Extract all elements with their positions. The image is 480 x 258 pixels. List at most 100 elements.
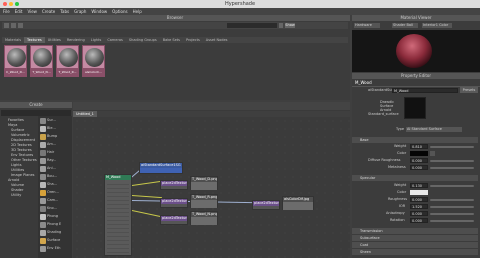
file-node[interactable]: alsColorDif.jpg [282,196,314,210]
file-node[interactable]: T_Wood_R.png [190,194,218,208]
renderer-dropdown[interactable]: Hardware [354,23,380,28]
menu-edit[interactable]: Edit [15,9,23,14]
tab-lights[interactable]: Lights [88,37,105,43]
menu-window[interactable]: Window [91,9,107,14]
section-transmission[interactable]: Transmission [352,228,478,234]
shape-dropdown[interactable]: Shader Ball [392,23,418,28]
search-clear-icon[interactable] [279,23,283,28]
node-type-icon [40,198,46,204]
presets-button[interactable]: Presets [460,87,478,93]
tab-cameras[interactable]: Cameras [104,37,126,43]
spec-roughness-slider[interactable] [430,199,474,201]
toolbar-icon[interactable] [18,23,23,28]
rotation-slider[interactable] [430,220,474,222]
base-color-swatch[interactable] [410,151,428,156]
node-type-item[interactable]: Am... [47,142,56,146]
node-type-icon [40,230,46,236]
anisotropy-label: Anisotropy [386,211,405,215]
node-type-item[interactable]: Oren... [47,190,59,194]
section-coat[interactable]: Coat [352,242,478,248]
section-subsurface[interactable]: Subsurface [352,235,478,241]
show-button[interactable]: Show [285,23,295,28]
node-type-icon [40,214,46,220]
node-type-item[interactable]: Phong E [47,222,61,226]
category-item[interactable]: Utility [11,193,21,198]
node-type-item[interactable]: Hair [47,150,54,154]
node-type-item[interactable]: Ray... [47,158,56,162]
tab-asset-nodes[interactable]: Asset Nodes [203,37,231,43]
map-button-icon[interactable] [430,151,435,156]
toolbar-icon[interactable] [4,23,9,28]
place2d-node[interactable]: place2dTexture4 [252,200,280,210]
node-name: M_Wood [355,80,372,85]
node-type-item[interactable]: Ble... [47,126,56,130]
node-type-item[interactable]: Env Eth [47,246,60,250]
section-specular[interactable]: Specular [352,175,478,181]
node-type-item[interactable]: Shading [47,230,61,234]
texture-thumb[interactable]: T_Wood_R... [56,45,79,77]
tab-textures[interactable]: Textures [24,37,45,43]
base-weight-field[interactable]: 0.810 [410,144,428,149]
material-node[interactable]: M_Wood [104,174,132,256]
anisotropy-slider[interactable] [430,213,474,215]
node-type-item[interactable]: Phong [47,214,58,218]
ior-field[interactable]: 1.520 [410,204,428,209]
menu-help[interactable]: Help [133,9,142,14]
menu-options[interactable]: Options [112,9,127,14]
maximize-window-button[interactable] [15,2,19,6]
place2d-node[interactable]: place2dTexture3 [160,215,188,225]
metalness-field[interactable]: 0.000 [410,165,428,170]
minimize-window-button[interactable] [9,2,13,6]
node-type-icon [40,134,46,140]
texture-thumb[interactable]: T_Wood_N... [30,45,53,77]
file-node[interactable]: T_Wood_N.png [190,211,218,225]
metalness-slider[interactable] [430,167,474,169]
tab-projects[interactable]: Projects [183,37,203,43]
menu-view[interactable]: View [27,9,37,14]
type-dropdown[interactable]: AI Standard Surface [406,127,462,132]
tab-shading-groups[interactable]: Shading Groups [126,37,160,43]
anisotropy-field[interactable]: 0.000 [410,211,428,216]
diffuse-roughness-field[interactable]: 0.000 [410,158,428,163]
tab-materials[interactable]: Materials [2,37,24,43]
node-type-item[interactable]: Surface [47,238,60,242]
menu-graph[interactable]: Graph [74,9,86,14]
node-name-field[interactable]: M_Wood [392,88,458,93]
spec-color-swatch[interactable] [410,190,428,195]
node-type-item[interactable]: Ani... [47,166,56,170]
spec-weight-slider[interactable] [430,185,474,187]
section-sheen[interactable]: Sheen [352,249,478,255]
tab-utilities[interactable]: Utilities [45,37,64,43]
texture-thumb[interactable]: alsColorC... [82,45,105,77]
spec-roughness-field[interactable]: 0.000 [410,197,428,202]
close-window-button[interactable] [3,2,7,6]
node-type-item[interactable]: Kno... [47,206,57,210]
node-type-item[interactable]: Sha... [47,182,57,186]
browser-search-input[interactable] [227,23,277,28]
file-node[interactable]: T_Wood_D.png [190,176,218,190]
spec-weight-field[interactable]: 0.130 [410,183,428,188]
place2d-node[interactable]: place2dTexture1 [160,180,188,190]
shading-group-node[interactable]: aiStandardSurface1SG [139,162,183,174]
create-category-list: Favorites Maya Surface Volumetric Displa… [2,118,38,258]
node-type-item[interactable]: Cam... [47,198,58,202]
node-type-item[interactable]: Bou... [47,174,57,178]
texture-thumb[interactable]: C_Wood_D... [4,45,27,77]
place2d-node[interactable]: place2dTexture2 [160,198,188,208]
node-type-icon [40,190,46,196]
menu-file[interactable]: File [3,9,10,14]
toolbar-icon[interactable] [11,23,16,28]
menu-tabs[interactable]: Tabs [60,9,69,14]
section-base[interactable]: Base [352,137,478,143]
node-type-item[interactable]: Sur... [47,118,56,122]
ior-slider[interactable] [430,206,474,208]
diffuse-roughness-slider[interactable] [430,160,474,162]
tab-bake-sets[interactable]: Bake Sets [160,37,183,43]
material-swatch [404,97,426,119]
tab-rendering[interactable]: Rendering [64,37,88,43]
node-type-item[interactable]: Bump [47,134,57,138]
rotation-field[interactable]: 0.000 [410,218,428,223]
menu-create[interactable]: Create [42,9,55,14]
base-weight-slider[interactable] [430,146,474,148]
environment-dropdown[interactable]: Interior1 Color [422,23,452,28]
